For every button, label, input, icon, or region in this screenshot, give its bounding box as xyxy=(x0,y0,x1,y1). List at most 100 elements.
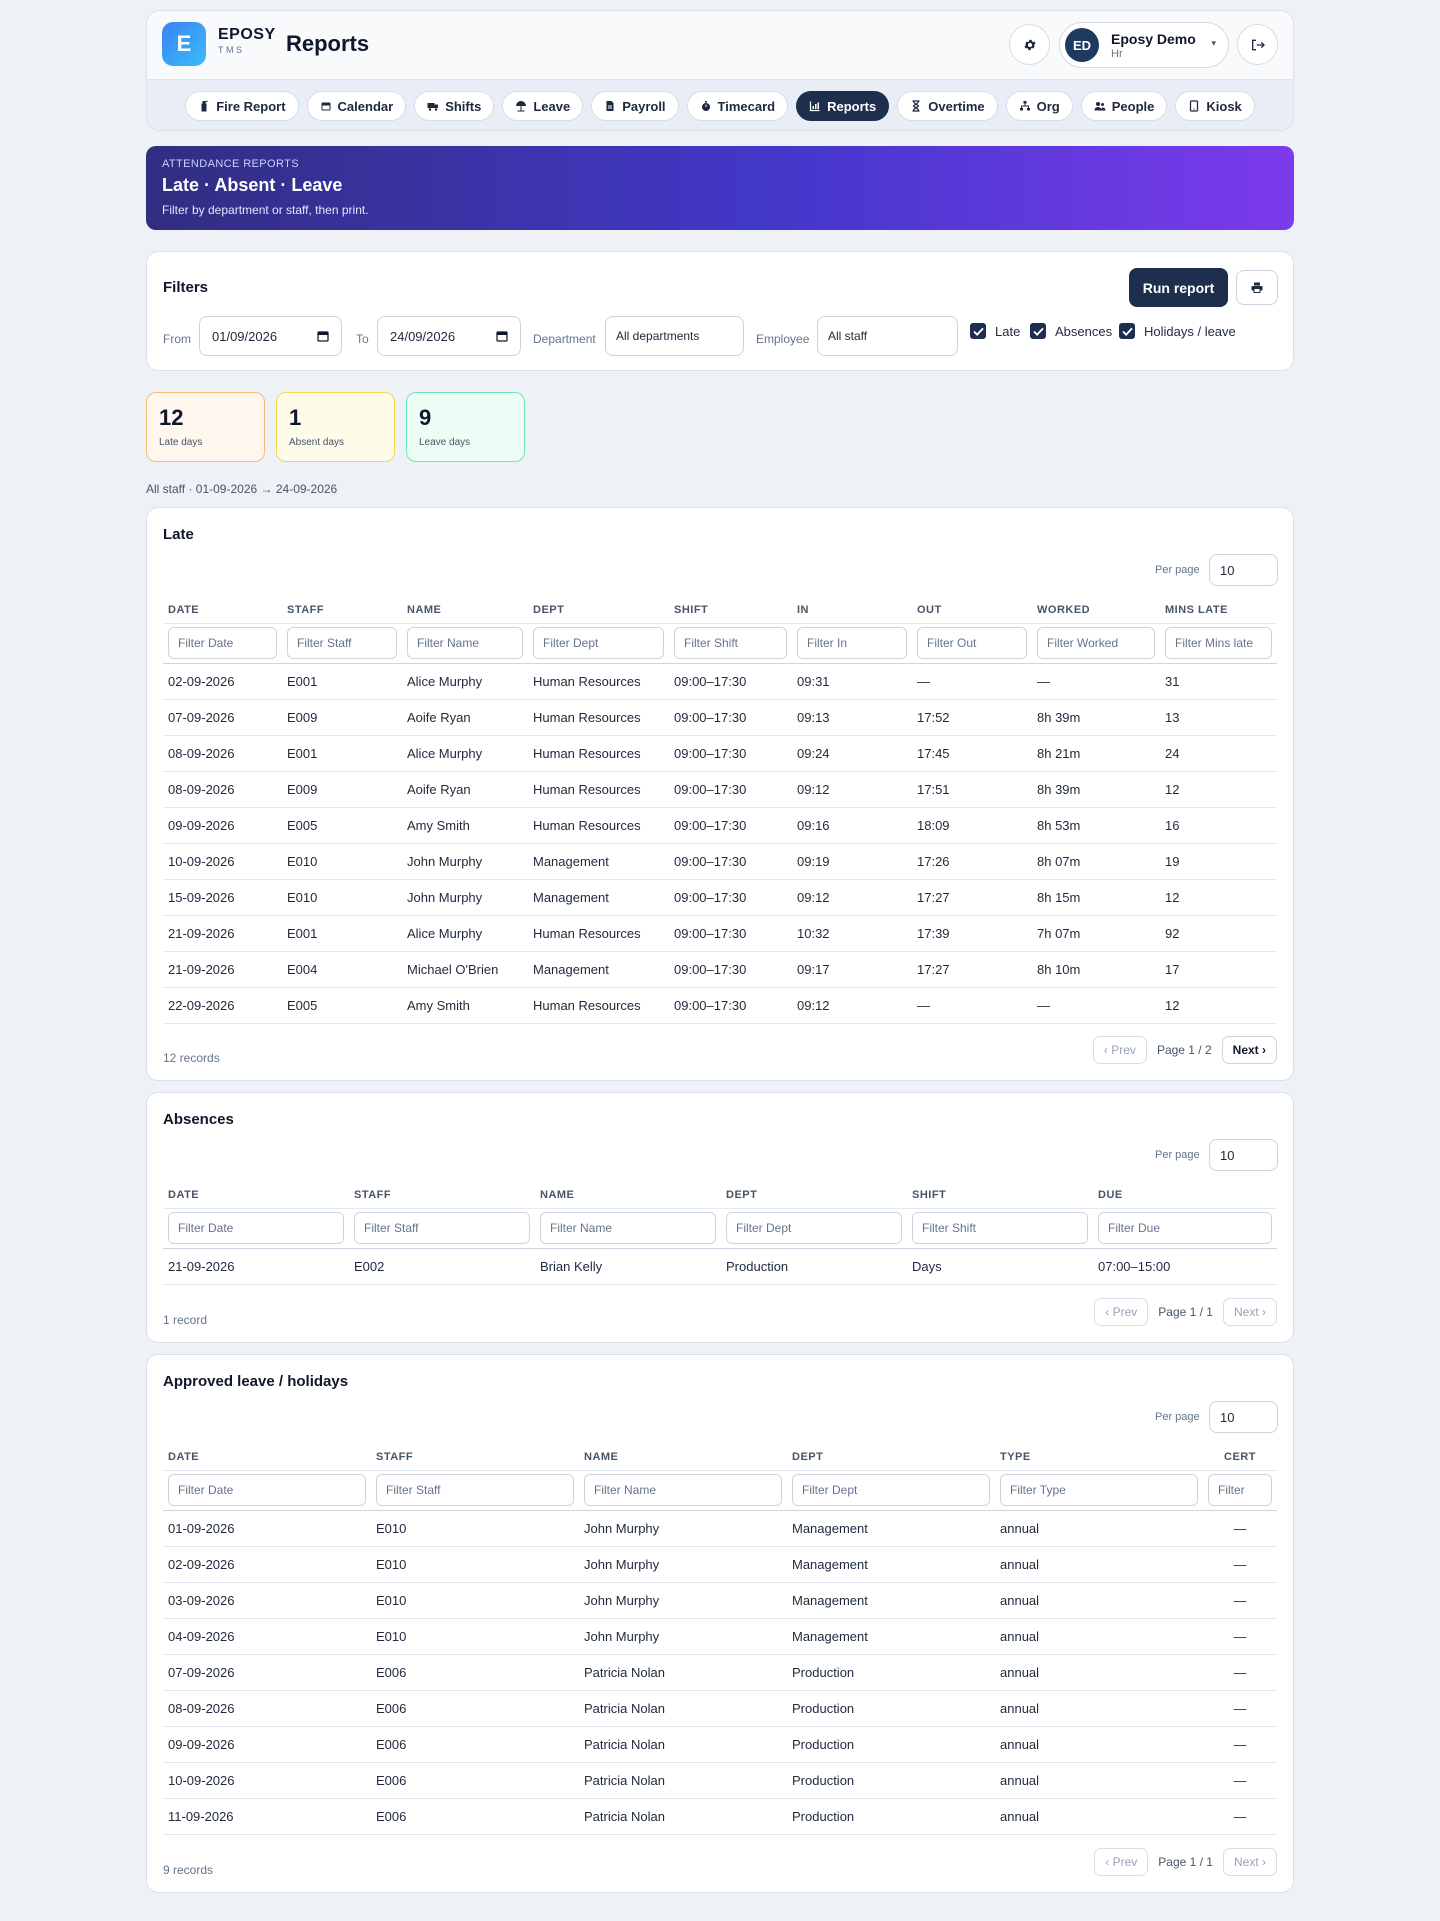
absences-checkbox[interactable]: Absences xyxy=(1030,323,1112,339)
settings-button[interactable] xyxy=(1009,24,1050,65)
nav-item-people[interactable]: People xyxy=(1080,91,1168,121)
absences-prev-button[interactable]: ‹ Prev xyxy=(1094,1298,1149,1326)
table-cell: 11-09-2026 xyxy=(163,1798,371,1835)
nav-item-timecard[interactable]: Timecard xyxy=(686,91,789,121)
filter-cell: Filter Date xyxy=(163,623,282,664)
department-label: Department xyxy=(533,332,596,346)
column-header[interactable]: DUE xyxy=(1093,1182,1277,1209)
employee-select[interactable]: All staff xyxy=(817,316,958,356)
column-filter-input[interactable]: Filter In xyxy=(797,627,907,659)
table-cell: annual xyxy=(995,1546,1203,1583)
column-filter-input[interactable]: Filter xyxy=(1208,1474,1272,1506)
nav-item-shifts[interactable]: Shifts xyxy=(414,91,495,121)
column-filter-input[interactable]: Filter Name xyxy=(407,627,523,659)
late-prev-button[interactable]: ‹ Prev xyxy=(1092,1036,1147,1064)
column-filter-input[interactable]: Filter Name xyxy=(584,1474,782,1506)
stat-label: Late days xyxy=(159,437,203,448)
column-filter-input[interactable]: Filter Date xyxy=(168,1212,344,1244)
filter-cell: Filter Date xyxy=(163,1470,371,1511)
from-date-input[interactable]: 01/09/2026 xyxy=(199,316,342,356)
filter-cell: Filter Shift xyxy=(669,623,792,664)
leave-per-page-input[interactable]: 10 xyxy=(1209,1401,1278,1433)
column-filter-input[interactable]: Filter Type xyxy=(1000,1474,1198,1506)
filter-cell: Filter In xyxy=(792,623,912,664)
column-header[interactable]: DATE xyxy=(163,597,282,624)
table-cell: 8h 39m xyxy=(1032,699,1160,736)
column-header[interactable]: SHIFT xyxy=(907,1182,1093,1209)
column-filter-input[interactable]: Filter Out xyxy=(917,627,1027,659)
column-header[interactable]: STAFF xyxy=(371,1444,579,1471)
nav-item-org[interactable]: Org xyxy=(1005,91,1073,121)
column-header[interactable]: MINS LATE xyxy=(1160,597,1277,624)
column-header[interactable]: OUT xyxy=(912,597,1032,624)
to-date-input[interactable]: 24/09/2026 xyxy=(377,316,521,356)
column-filter-input[interactable]: Filter Dept xyxy=(726,1212,902,1244)
leave-prev-button[interactable]: ‹ Prev xyxy=(1094,1848,1149,1876)
column-header[interactable]: CERT xyxy=(1203,1444,1277,1471)
main-nav: Fire Report Calendar Shifts Leave Payroll Tim… xyxy=(147,79,1293,130)
column-filter-input[interactable]: Filter Dept xyxy=(533,627,664,659)
column-header[interactable]: NAME xyxy=(579,1444,787,1471)
leave-next-button[interactable]: Next › xyxy=(1222,1848,1277,1876)
column-header[interactable]: IN xyxy=(792,597,912,624)
filter-cell: Filter Type xyxy=(995,1470,1203,1511)
column-filter-input[interactable]: Filter Shift xyxy=(674,627,787,659)
column-filter-input[interactable]: Filter Worked xyxy=(1037,627,1155,659)
nav-item-calendar[interactable]: Calendar xyxy=(306,91,407,121)
user-menu[interactable]: ED Eposy Demo Hr ▾ xyxy=(1059,22,1229,68)
column-header[interactable]: NAME xyxy=(402,597,528,624)
filter-cell: Filter Dept xyxy=(787,1470,995,1511)
column-filter-input[interactable]: Filter Name xyxy=(540,1212,716,1244)
column-filter-input[interactable]: Filter Staff xyxy=(354,1212,530,1244)
absences-next-button[interactable]: Next › xyxy=(1222,1298,1277,1326)
column-filter-input[interactable]: Filter Date xyxy=(168,1474,366,1506)
column-header[interactable]: DEPT xyxy=(721,1182,907,1209)
column-filter-input[interactable]: Filter Mins late xyxy=(1165,627,1272,659)
nav-item-kiosk[interactable]: Kiosk xyxy=(1175,91,1255,121)
column-header[interactable]: SHIFT xyxy=(669,597,792,624)
absences-header-row: DATE STAFF NAME DEPT SHIFT DUE xyxy=(163,1182,1277,1209)
table-cell: 03-09-2026 xyxy=(163,1582,371,1619)
table-cell: Human Resources xyxy=(528,699,669,736)
report-scope: All staff · 01-09-2026 → 24-09-2026 xyxy=(146,482,338,496)
brand-name: EPOSY xyxy=(218,26,276,43)
column-filter-input[interactable]: Filter Staff xyxy=(376,1474,574,1506)
column-header[interactable]: DEPT xyxy=(787,1444,995,1471)
column-header[interactable]: DATE xyxy=(163,1444,371,1471)
holidays-checkbox[interactable]: Holidays / leave xyxy=(1119,323,1236,339)
print-button[interactable] xyxy=(1236,270,1278,305)
late-checkbox[interactable]: Late xyxy=(970,323,1020,339)
stat-label: Leave days xyxy=(419,437,471,448)
column-header[interactable]: TYPE xyxy=(995,1444,1203,1471)
nav-item-fire-report[interactable]: Fire Report xyxy=(185,91,299,121)
table-cell: 09-09-2026 xyxy=(163,1726,371,1763)
late-next-button[interactable]: Next › xyxy=(1221,1036,1277,1064)
logout-button[interactable] xyxy=(1237,24,1278,65)
department-select[interactable]: All departments xyxy=(605,316,744,356)
nav-item-leave[interactable]: Leave xyxy=(502,91,584,121)
truck-icon xyxy=(427,100,439,112)
column-filter-input[interactable]: Filter Due xyxy=(1098,1212,1272,1244)
column-header[interactable]: STAFF xyxy=(349,1182,535,1209)
absences-per-page-input[interactable]: 10 xyxy=(1209,1139,1278,1171)
column-filter-input[interactable]: Filter Date xyxy=(168,627,277,659)
table-cell: 17:27 xyxy=(912,951,1032,988)
column-header[interactable]: DATE xyxy=(163,1182,349,1209)
column-filter-input[interactable]: Filter Shift xyxy=(912,1212,1088,1244)
nav-item-overtime[interactable]: Overtime xyxy=(897,91,998,121)
table-cell: E004 xyxy=(282,951,402,988)
column-filter-input[interactable]: Filter Dept xyxy=(792,1474,990,1506)
table-cell: E010 xyxy=(371,1546,579,1583)
nav-item-reports[interactable]: Reports xyxy=(796,91,890,121)
calendar-icon xyxy=(317,331,329,342)
column-header[interactable]: NAME xyxy=(535,1182,721,1209)
app-logo[interactable]: E xyxy=(162,22,206,66)
column-header[interactable]: WORKED xyxy=(1032,597,1160,624)
table-cell: — xyxy=(1203,1798,1277,1835)
late-per-page-input[interactable]: 10 xyxy=(1209,554,1278,586)
column-header[interactable]: DEPT xyxy=(528,597,669,624)
column-header[interactable]: STAFF xyxy=(282,597,402,624)
nav-item-payroll[interactable]: Payroll xyxy=(591,91,679,121)
column-filter-input[interactable]: Filter Staff xyxy=(287,627,397,659)
run-report-button[interactable]: Run report xyxy=(1129,268,1228,307)
